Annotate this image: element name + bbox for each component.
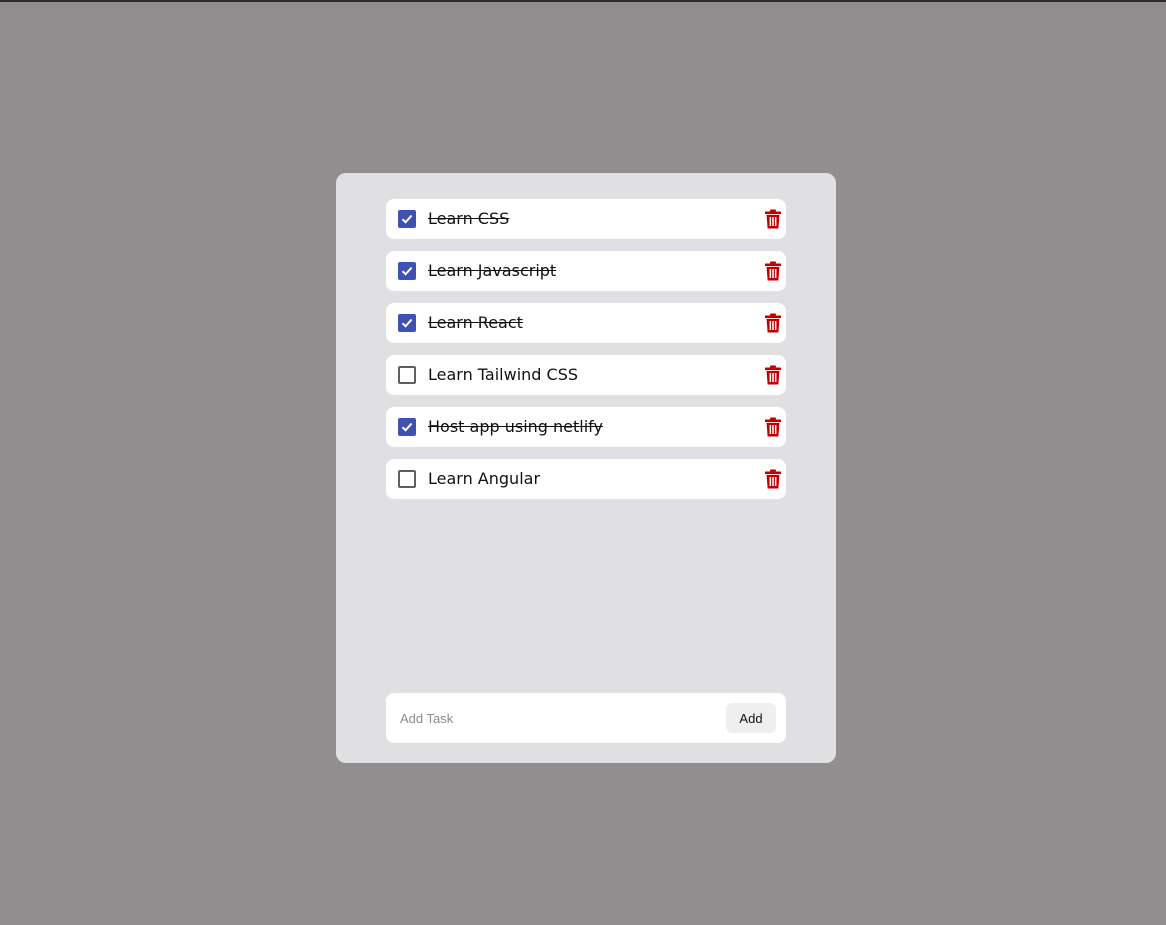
add-task-button[interactable]: Add	[726, 703, 776, 733]
task-checkbox[interactable]	[398, 314, 416, 332]
task-label: Learn Angular	[428, 469, 541, 488]
task-item: Learn Angular	[386, 459, 786, 499]
task-item: Learn Tailwind CSS	[386, 355, 786, 395]
task-item: Host app using netlify	[386, 407, 786, 447]
task-item: Learn React	[386, 303, 786, 343]
add-task-bar: Add	[386, 693, 786, 743]
checkmark-icon	[401, 422, 413, 432]
trash-icon[interactable]	[764, 417, 782, 437]
trash-icon[interactable]	[764, 209, 782, 229]
task-item: Learn CSS	[386, 199, 786, 239]
task-label: Learn CSS	[428, 209, 510, 228]
task-label: Learn Javascript	[428, 261, 557, 280]
task-checkbox[interactable]	[398, 366, 416, 384]
task-label: Learn React	[428, 313, 523, 332]
todo-panel: Learn CSS Learn Javascript Learn React L…	[336, 173, 836, 763]
checkmark-icon	[401, 214, 413, 224]
task-label: Host app using netlify	[428, 417, 603, 436]
task-checkbox[interactable]	[398, 262, 416, 280]
trash-icon[interactable]	[764, 365, 782, 385]
checkmark-icon	[401, 266, 413, 276]
task-checkbox[interactable]	[398, 470, 416, 488]
task-label: Learn Tailwind CSS	[428, 365, 579, 384]
task-checkbox[interactable]	[398, 418, 416, 436]
trash-icon[interactable]	[764, 313, 782, 333]
trash-icon[interactable]	[764, 469, 782, 489]
task-item: Learn Javascript	[386, 251, 786, 291]
trash-icon[interactable]	[764, 261, 782, 281]
add-task-input[interactable]	[386, 693, 716, 743]
window-top-border	[0, 0, 1166, 2]
task-list: Learn CSS Learn Javascript Learn React L…	[386, 199, 786, 511]
task-checkbox[interactable]	[398, 210, 416, 228]
checkmark-icon	[401, 318, 413, 328]
